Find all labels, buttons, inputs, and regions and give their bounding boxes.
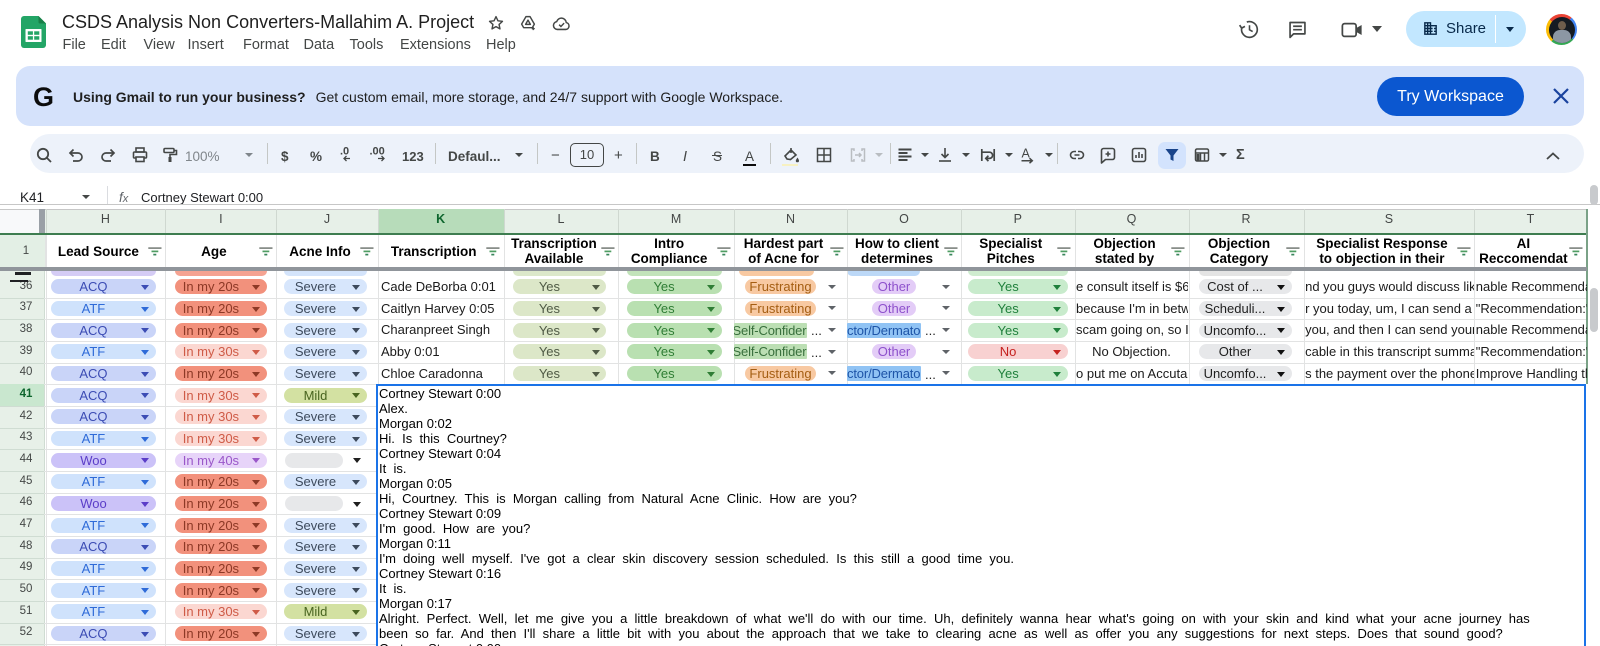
svg-text:.0: .0 [340,146,349,158]
svg-text:.00: .00 [370,146,385,158]
svg-text:A: A [1022,147,1031,161]
